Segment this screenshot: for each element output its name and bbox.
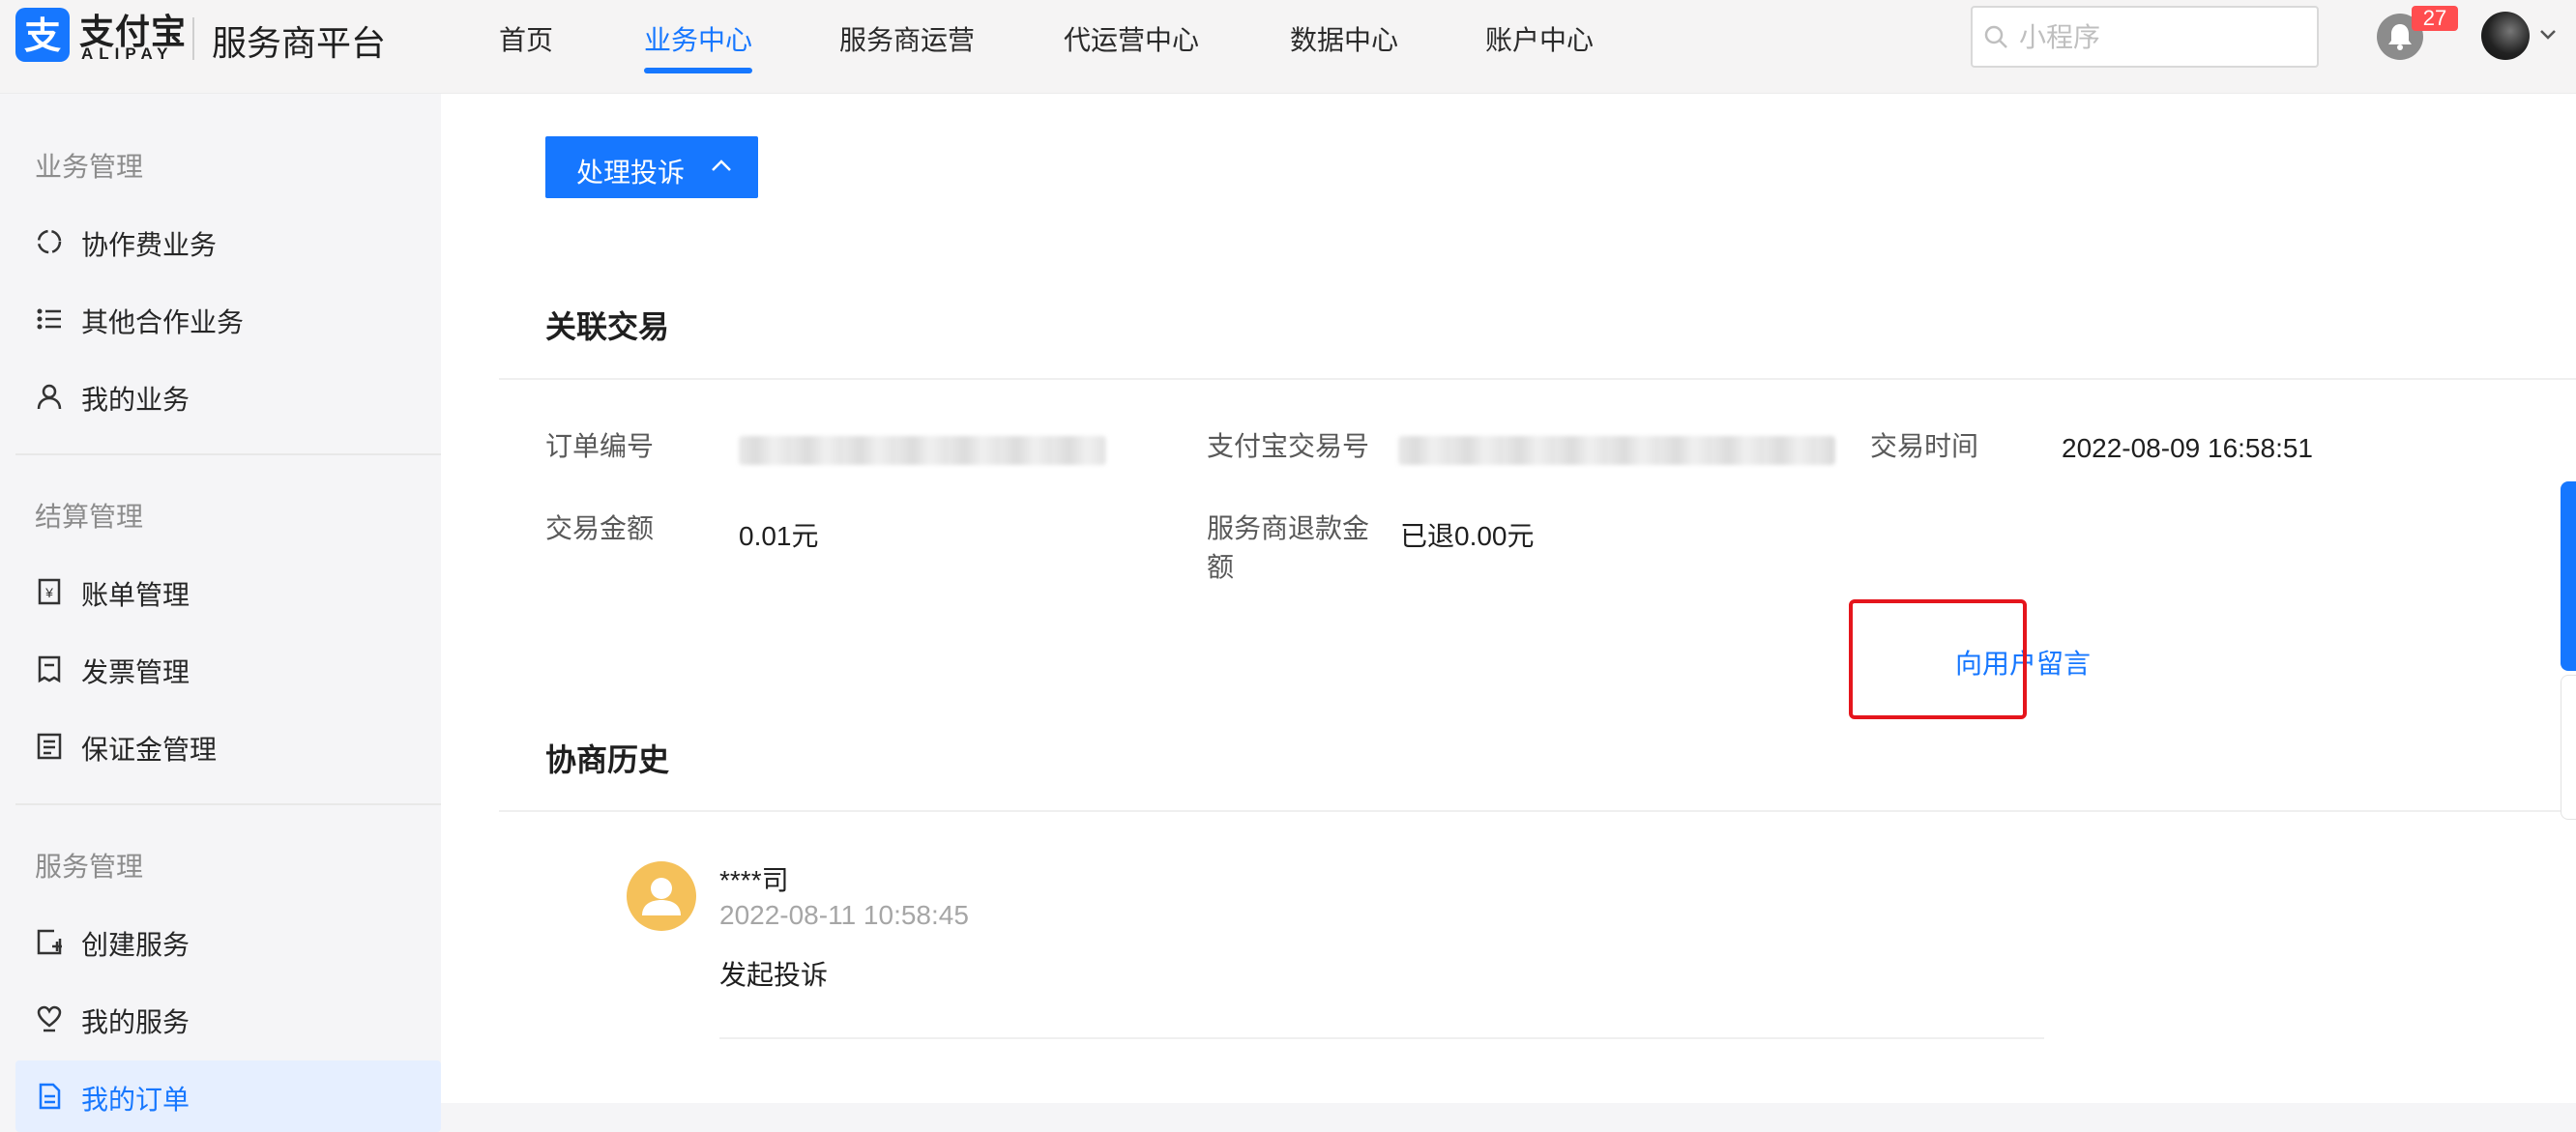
main-content: 处理投诉 关联交易 订单编号 支付宝交易号 交易时间 2022-08-09 16… bbox=[441, 94, 2576, 1103]
nav-home[interactable]: 首页 bbox=[499, 19, 553, 58]
trade-time-value: 2022-08-09 16:58:51 bbox=[2062, 433, 2313, 463]
alipay-trade-value-redacted bbox=[1398, 436, 1835, 465]
sidebar-item-my-services[interactable]: 我的服务 bbox=[15, 983, 441, 1055]
svg-text:¥: ¥ bbox=[44, 585, 53, 600]
nav-active-indicator bbox=[644, 68, 752, 73]
platform-title: 服务商平台 bbox=[212, 23, 387, 63]
sidebar-divider bbox=[15, 453, 441, 455]
order-icon bbox=[39, 1083, 61, 1110]
notification-badge: 27 bbox=[2412, 6, 2458, 31]
sidebar-item-invoices[interactable]: 发票管理 bbox=[15, 633, 441, 705]
related-trade-title: 关联交易 bbox=[545, 309, 670, 344]
nav-agency-operation[interactable]: 代运营中心 bbox=[1064, 19, 1199, 58]
sidebar-item-label: 我的业务 bbox=[81, 385, 190, 415]
refund-amount-label: 服务商退款金额 bbox=[1207, 513, 1370, 582]
history-timestamp: 2022-08-11 10:58:45 bbox=[719, 900, 969, 930]
sidebar-item-bills[interactable]: ¥ 账单管理 bbox=[15, 556, 441, 627]
alipay-logo-icon[interactable]: 支 bbox=[15, 8, 70, 62]
sidebar-item-label: 创建服务 bbox=[81, 930, 190, 960]
alipay-trade-label: 支付宝交易号 bbox=[1207, 431, 1370, 461]
sidebar-group-service: 服务管理 bbox=[35, 852, 144, 882]
sidebar-item-my-orders[interactable]: 我的订单 bbox=[15, 1060, 441, 1132]
cycle-icon bbox=[37, 229, 62, 254]
logo-subtext: ALIPAY bbox=[81, 44, 174, 63]
bill-icon: ¥ bbox=[38, 578, 61, 605]
sidebar-group-business: 业务管理 bbox=[35, 152, 144, 182]
sidebar-item-collab-fee[interactable]: 协作费业务 bbox=[15, 206, 441, 277]
sidebar-item-label: 我的服务 bbox=[81, 1007, 190, 1037]
nav-account-center[interactable]: 账户中心 bbox=[1485, 19, 1594, 58]
document-icon bbox=[37, 733, 62, 760]
history-user-avatar bbox=[627, 861, 696, 931]
sidebar-item-label: 协作费业务 bbox=[81, 230, 218, 260]
search-icon bbox=[1984, 25, 2007, 48]
section-divider bbox=[499, 810, 2576, 812]
handle-complaint-label: 处理投诉 bbox=[576, 158, 686, 188]
refund-amount-value: 已退0.00元 bbox=[1400, 521, 1535, 551]
default-avatar-icon bbox=[642, 878, 681, 915]
sidebar: 业务管理 协作费业务 其他合作业务 我的业务 结算管理 ¥ 账单管理 发票管理 … bbox=[0, 94, 441, 1132]
trade-amount-value: 0.01元 bbox=[739, 521, 819, 551]
history-user-name: ****司 bbox=[719, 865, 789, 895]
search-input[interactable] bbox=[2019, 17, 2309, 58]
list-icon bbox=[37, 308, 61, 330]
sidebar-item-label: 账单管理 bbox=[81, 580, 190, 610]
handle-complaint-button[interactable]: 处理投诉 bbox=[545, 136, 758, 198]
nav-provider-operation[interactable]: 服务商运营 bbox=[839, 19, 975, 58]
highlight-annotation-box bbox=[1849, 599, 2027, 719]
trade-time-label: 交易时间 bbox=[1870, 431, 1979, 461]
nav-business-center[interactable]: 业务中心 bbox=[644, 19, 752, 58]
sidebar-item-create-service[interactable]: 创建服务 bbox=[15, 906, 441, 977]
search-box[interactable] bbox=[1971, 6, 2319, 68]
order-number-value-redacted bbox=[739, 436, 1106, 465]
sidebar-item-label: 其他合作业务 bbox=[81, 307, 245, 337]
section-divider bbox=[499, 378, 2576, 380]
sidebar-group-settlement: 结算管理 bbox=[35, 502, 144, 532]
floating-side-tab-secondary[interactable] bbox=[2561, 675, 2576, 820]
logo-divider bbox=[192, 17, 194, 60]
heart-hand-icon bbox=[37, 1005, 62, 1032]
nav-data-center[interactable]: 数据中心 bbox=[1290, 19, 1398, 58]
history-message: 发起投诉 bbox=[719, 960, 829, 990]
sidebar-item-deposit[interactable]: 保证金管理 bbox=[15, 711, 441, 782]
sidebar-item-label: 发票管理 bbox=[81, 657, 190, 687]
sidebar-item-label: 保证金管理 bbox=[81, 735, 218, 765]
sidebar-divider bbox=[15, 803, 441, 805]
top-header: 支 支付宝 ALIPAY 服务商平台 首页 业务中心 服务商运营 代运营中心 数… bbox=[0, 0, 2576, 94]
sidebar-item-other-business[interactable]: 其他合作业务 bbox=[15, 283, 441, 355]
chevron-down-icon[interactable] bbox=[2539, 29, 2557, 41]
order-number-label: 订单编号 bbox=[545, 431, 655, 461]
sidebar-item-label: 我的订单 bbox=[81, 1085, 190, 1115]
history-title: 协商历史 bbox=[545, 742, 670, 777]
sidebar-item-my-business[interactable]: 我的业务 bbox=[15, 361, 441, 432]
chevron-up-icon bbox=[712, 160, 731, 171]
add-document-icon bbox=[37, 929, 62, 955]
floating-side-tab[interactable] bbox=[2561, 481, 2576, 671]
user-icon bbox=[37, 384, 62, 410]
invoice-icon bbox=[38, 655, 61, 683]
svg-text:支: 支 bbox=[24, 16, 61, 57]
history-divider bbox=[719, 1037, 2044, 1039]
trade-amount-label: 交易金额 bbox=[545, 513, 655, 543]
user-avatar[interactable] bbox=[2481, 12, 2530, 60]
